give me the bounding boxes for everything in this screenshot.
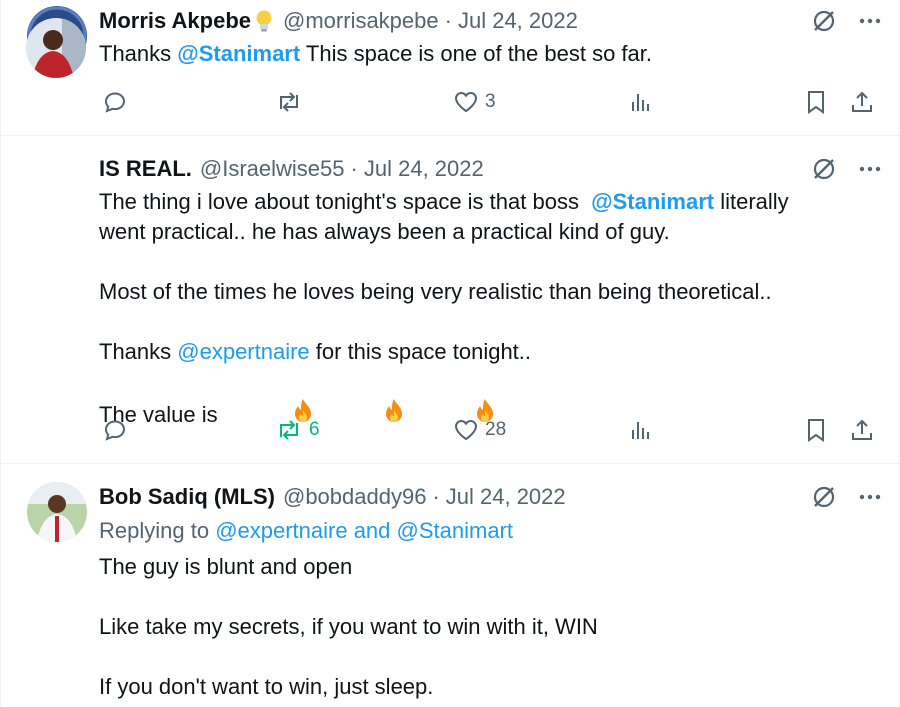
mention-link[interactable]: @expertnaire xyxy=(177,339,309,364)
author-name[interactable]: Bob Sadiq (MLS) xyxy=(99,484,275,510)
mention-link[interactable]: @Stanimart xyxy=(177,41,300,66)
bookmark-button[interactable] xyxy=(805,87,827,117)
share-icon xyxy=(852,91,872,112)
share-button[interactable] xyxy=(849,87,875,117)
repost-icon xyxy=(280,92,298,112)
tweet-header: Morris Akpebe @morrisakpebe · Jul 24, 20… xyxy=(99,6,578,36)
heart-icon xyxy=(454,91,478,113)
views-button[interactable] xyxy=(629,415,653,445)
more-icon[interactable] xyxy=(859,18,881,24)
tweet[interactable]: Bob Sadiq (MLS) @bobdaddy96 · Jul 24, 20… xyxy=(1,464,900,707)
author-name[interactable]: Morris Akpebe xyxy=(99,8,251,34)
tweet-text-part: for this space tonight.. xyxy=(309,339,532,364)
author-name[interactable]: IS REAL. xyxy=(99,156,192,182)
tweet-text-part: This space is one of the best so far. xyxy=(300,41,652,66)
tweet-text-line: went practical.. he has always been a pr… xyxy=(99,219,670,244)
tweet-text-part: Thanks xyxy=(99,339,178,364)
like-button[interactable]: 3 xyxy=(453,87,496,117)
replying-label: Replying to xyxy=(99,518,216,543)
tweet-text-line: Most of the times he loves being very re… xyxy=(99,279,772,304)
tweet-date[interactable]: Jul 24, 2022 xyxy=(364,156,484,182)
reply-button[interactable] xyxy=(103,415,127,445)
author-handle[interactable]: @morrisakpebe xyxy=(283,8,439,34)
like-button[interactable]: 28 xyxy=(453,415,506,445)
tweet-text-part: literally xyxy=(714,189,789,214)
tweet-top-actions xyxy=(811,8,881,34)
tweet-date[interactable]: Jul 24, 2022 xyxy=(446,484,566,510)
tweet-text-part: The thing i love about tonight's space i… xyxy=(99,189,592,214)
tweet-header: IS REAL. @Israelwise55 · Jul 24, 2022 xyxy=(99,154,484,184)
heart-icon xyxy=(454,419,478,441)
reply-button[interactable] xyxy=(103,87,127,117)
lightbulb-icon xyxy=(253,8,275,34)
avatar[interactable] xyxy=(26,18,86,78)
grok-icon[interactable] xyxy=(811,8,837,34)
tweet-actions: 3 xyxy=(99,87,889,117)
tweet-date[interactable]: Jul 24, 2022 xyxy=(458,8,578,34)
bookmark-button[interactable] xyxy=(805,415,827,445)
mention-link[interactable]: @Stanimart xyxy=(591,189,714,214)
tweet[interactable]: IS REAL. @Israelwise55 · Jul 24, 2022 Th… xyxy=(1,18,900,464)
tweet-top-actions xyxy=(811,484,881,510)
repost-button[interactable] xyxy=(275,87,303,117)
views-icon xyxy=(632,94,649,111)
author-handle[interactable]: @Israelwise55 xyxy=(200,156,345,182)
repost-icon xyxy=(280,420,298,440)
separator: · xyxy=(350,156,358,181)
like-count: 28 xyxy=(485,419,507,440)
more-icon[interactable] xyxy=(859,494,881,500)
views-icon xyxy=(632,422,649,439)
avatar[interactable] xyxy=(27,482,87,542)
like-count: 3 xyxy=(485,91,496,112)
bookmark-icon xyxy=(808,419,824,442)
share-button[interactable] xyxy=(849,415,875,445)
tweet-header: Bob Sadiq (MLS) @bobdaddy96 · Jul 24, 20… xyxy=(99,482,566,512)
tweet-text-line: The guy is blunt and open xyxy=(99,554,353,579)
tweet[interactable]: Morris Akpebe @morrisakpebe · Jul 24, 20… xyxy=(1,0,900,136)
repost-button[interactable]: 6 xyxy=(275,415,320,445)
tweet-text-line: If you don't want to win, just sleep. xyxy=(99,674,434,699)
reply-icon xyxy=(104,420,126,441)
views-button[interactable] xyxy=(629,87,653,117)
separator: · xyxy=(444,8,452,33)
tweet-feed: Morris Akpebe @morrisakpebe · Jul 24, 20… xyxy=(0,0,900,707)
separator: · xyxy=(432,484,440,509)
tweet-text: Replying to @expertnaire and @Stanimart … xyxy=(99,516,861,702)
share-icon xyxy=(852,419,872,440)
tweet-text: Thanks @Stanimart This space is one of t… xyxy=(99,39,861,69)
grok-icon[interactable] xyxy=(811,156,837,182)
replying-to-link[interactable]: @expertnaire and @Stanimart xyxy=(215,518,513,543)
author-handle[interactable]: @bobdaddy96 xyxy=(283,484,426,510)
tweet-top-actions xyxy=(811,156,881,182)
tweet-text-line: Like take my secrets, if you want to win… xyxy=(99,614,598,639)
reply-icon xyxy=(104,92,126,113)
bookmark-icon xyxy=(808,91,824,114)
repost-count: 6 xyxy=(309,419,320,440)
more-icon[interactable] xyxy=(859,166,881,172)
tweet-actions: 6 28 xyxy=(99,415,889,445)
grok-icon[interactable] xyxy=(811,484,837,510)
tweet-text-part: Thanks xyxy=(99,41,178,66)
